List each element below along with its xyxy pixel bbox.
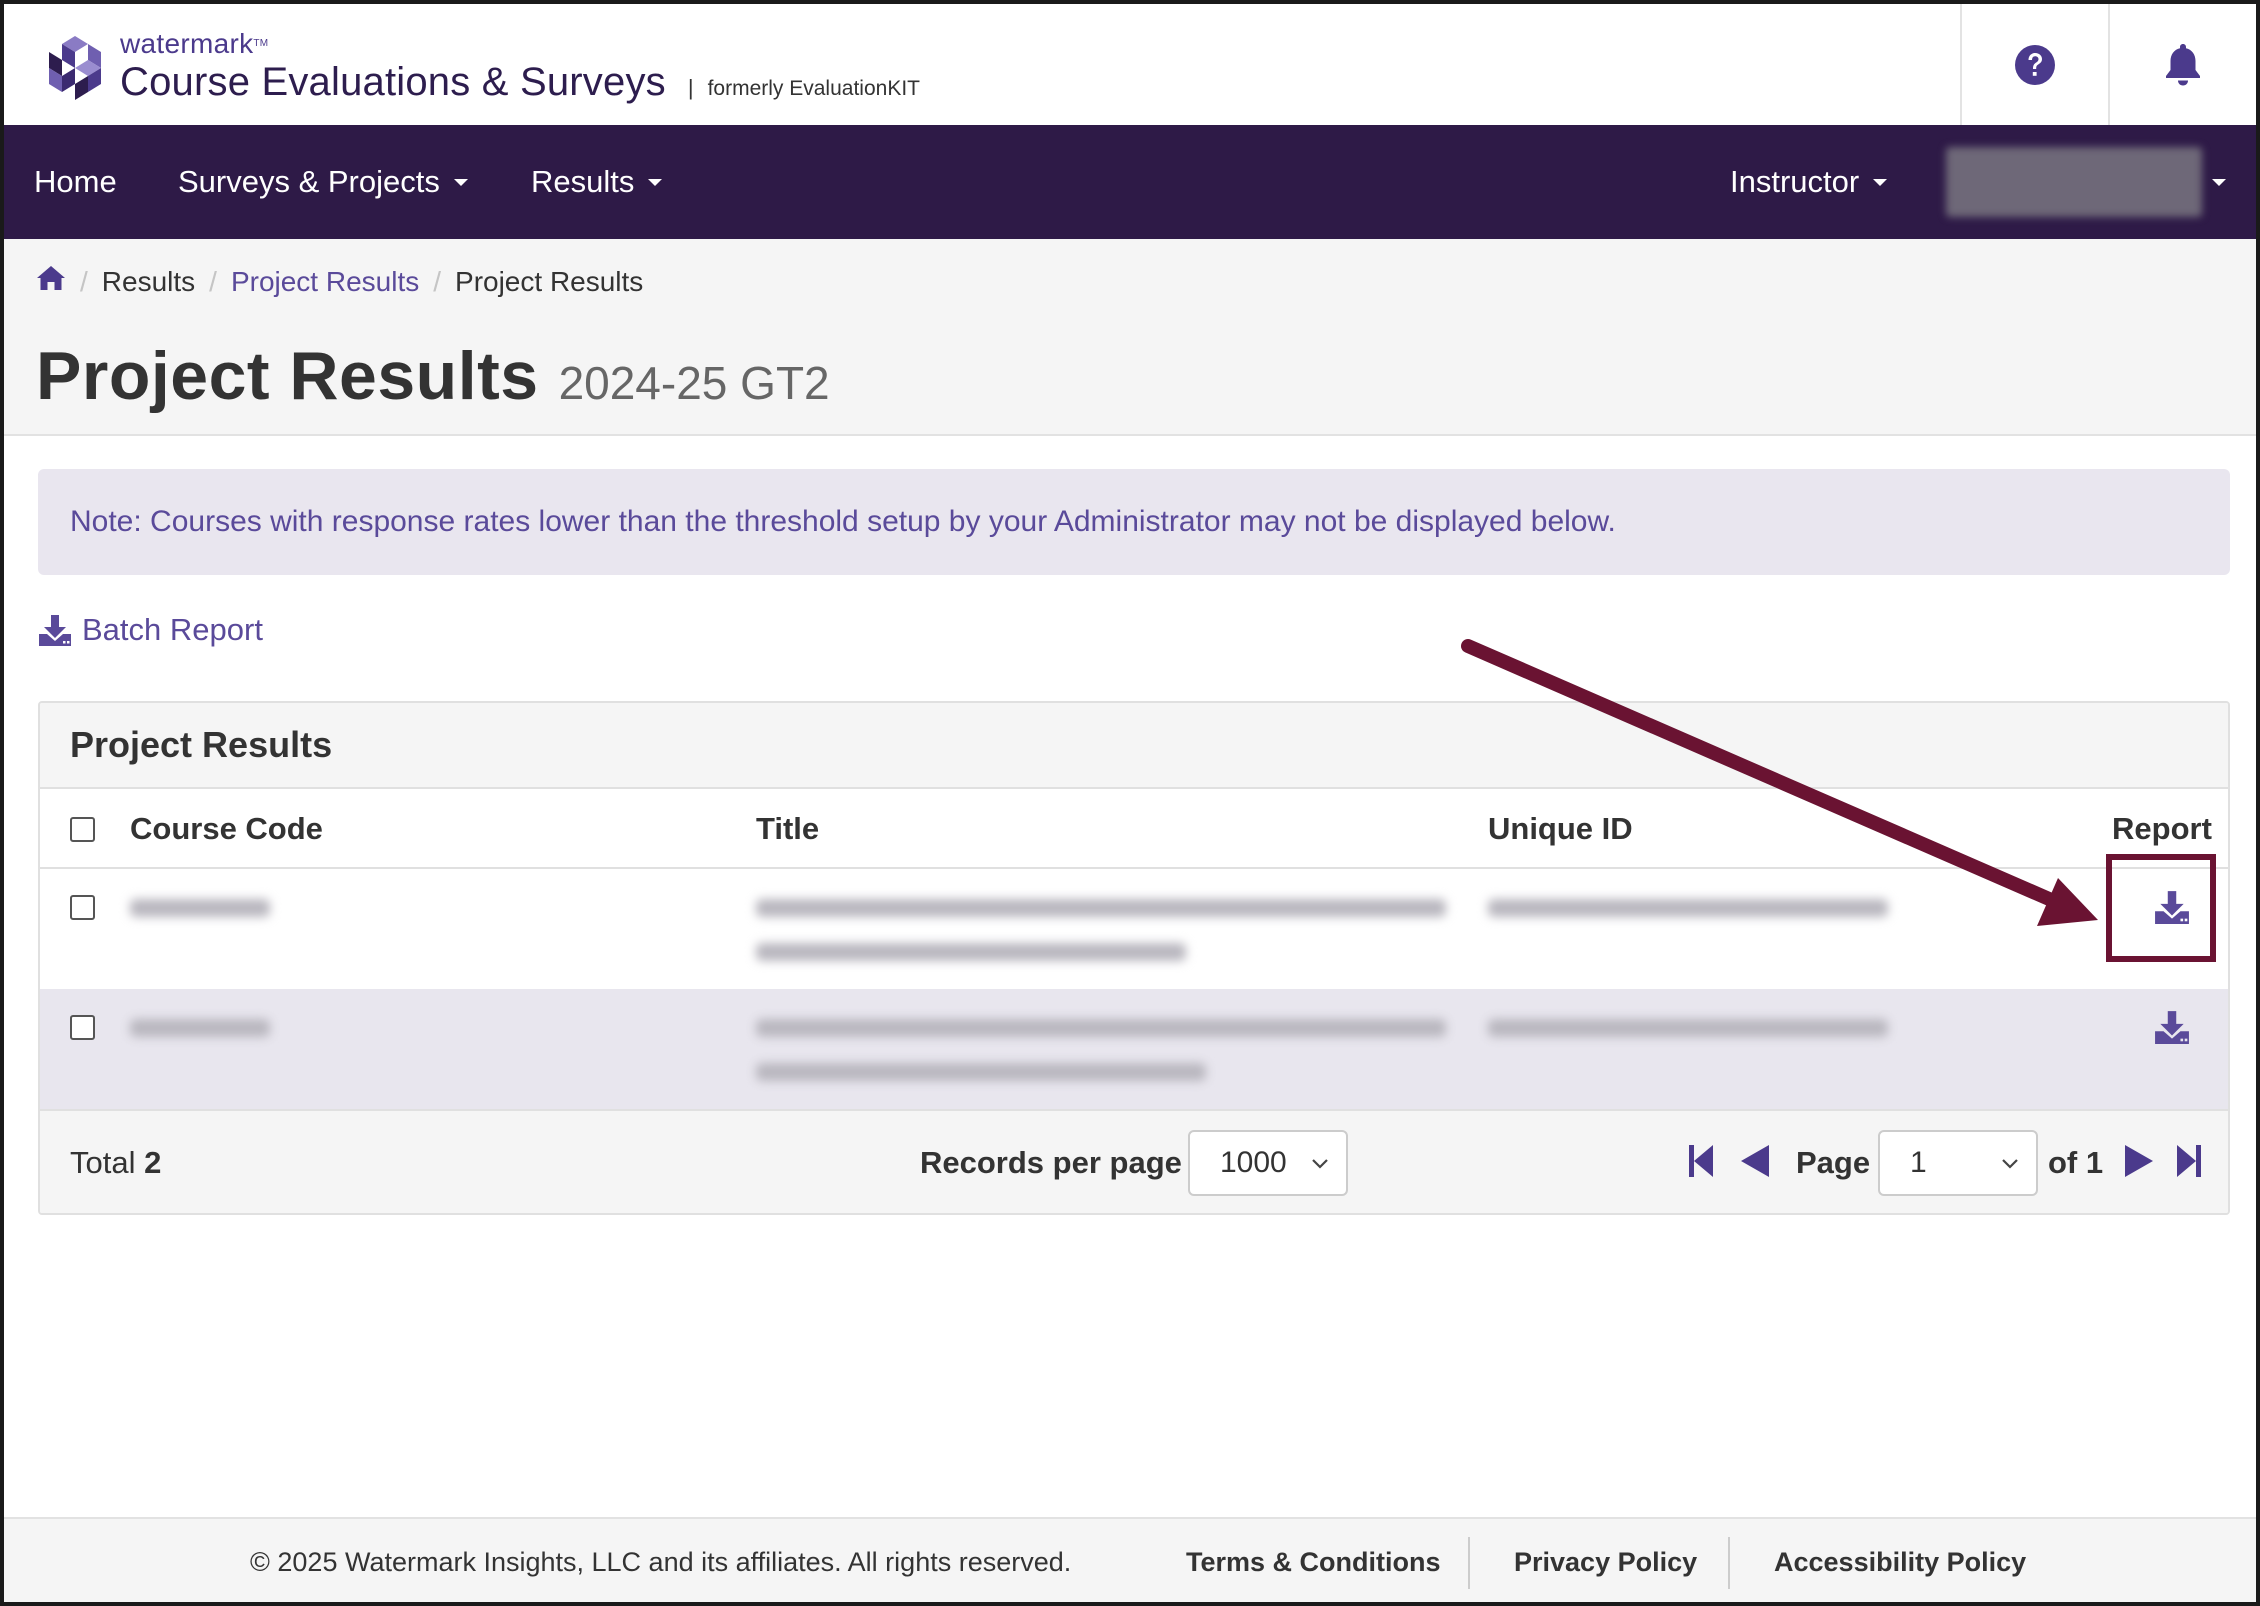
annotation-arrow-icon: [1461, 639, 2098, 926]
app-window: watermarkTM Course Evaluations & Surveys…: [0, 0, 2260, 1606]
annotation-highlight-box: [2106, 854, 2216, 962]
